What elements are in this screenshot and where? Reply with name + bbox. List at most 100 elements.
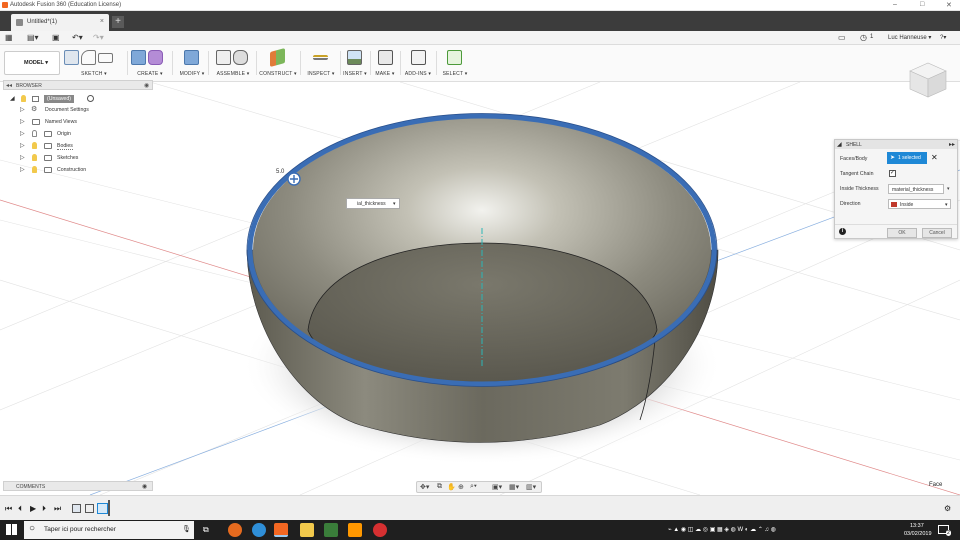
expand-arrow-icon[interactable]: ◢ bbox=[10, 95, 15, 102]
taskbar-search-box[interactable]: ○ Taper ici pour rechercher 🎙 bbox=[24, 521, 194, 539]
app-sublime-icon[interactable] bbox=[348, 523, 362, 537]
joint-icon[interactable] bbox=[233, 50, 248, 65]
tab-untitled[interactable]: Untitled*(1) × bbox=[11, 14, 109, 31]
extrude-icon[interactable] bbox=[131, 50, 146, 65]
make-group[interactable]: MAKE ▾ bbox=[373, 47, 397, 80]
line-icon[interactable] bbox=[81, 50, 96, 65]
visibility-bulb-icon[interactable] bbox=[32, 154, 37, 161]
tree-item-sketches[interactable]: ▷ Sketches bbox=[20, 153, 150, 163]
modify-group[interactable]: MODIFY ▾ bbox=[178, 47, 206, 80]
chevron-down-icon[interactable]: ▾ bbox=[393, 201, 396, 207]
close-window-button[interactable]: ✕ bbox=[946, 1, 952, 9]
save-icon[interactable]: ▣ bbox=[52, 33, 60, 42]
ok-button[interactable]: OK bbox=[887, 228, 917, 238]
undo-icon[interactable]: ↶▾ bbox=[72, 33, 83, 42]
shell-collapse-icon[interactable]: ◢ bbox=[837, 141, 842, 148]
help-menu[interactable]: ?▾ bbox=[940, 34, 946, 41]
chrome-icon[interactable] bbox=[252, 523, 266, 537]
expand-arrow-icon[interactable]: ▷ bbox=[20, 106, 25, 113]
tree-item-document-settings[interactable]: ▷ ⚙ Document Settings bbox=[20, 105, 150, 115]
taskbar-date[interactable]: 03/02/2019 bbox=[904, 531, 932, 537]
inside-thickness-input[interactable]: material_thickness bbox=[888, 184, 944, 194]
step-forward-icon[interactable]: ⏵ bbox=[42, 504, 46, 514]
add-ins-group[interactable]: ADD-INS ▾ bbox=[403, 47, 433, 80]
look-at-icon[interactable]: ⧉ bbox=[437, 483, 442, 491]
viewports-icon[interactable]: ▥▾ bbox=[526, 483, 536, 491]
collapse-browser-icon[interactable]: ◂◂ bbox=[6, 82, 12, 89]
fusion360-taskbar-icon[interactable] bbox=[274, 523, 288, 537]
viewcube[interactable] bbox=[904, 55, 950, 101]
step-back-icon[interactable]: ⏴ bbox=[18, 504, 22, 514]
windows-start-icon[interactable] bbox=[6, 524, 17, 535]
direction-chevron-down-icon[interactable]: ▾ bbox=[945, 202, 948, 208]
comments-panel[interactable]: COMMENTS ◉ bbox=[3, 481, 153, 491]
maximize-button[interactable]: □ bbox=[920, 1, 924, 8]
user-menu[interactable]: Luc Hanneuse ▾ bbox=[888, 34, 931, 41]
sketch-group[interactable]: SKETCH ▾ bbox=[64, 47, 124, 80]
zoom-icon[interactable]: ⊕ bbox=[458, 483, 464, 491]
assemble-group[interactable]: ASSEMBLE ▾ bbox=[212, 47, 254, 80]
cancel-button[interactable]: Cancel bbox=[922, 228, 952, 238]
visibility-bulb-icon[interactable] bbox=[32, 142, 37, 149]
system-tray-icons[interactable]: ⌁ ▲ ◉ ◫ ☁ ◎ ▣ ▦ ◈ ◍ W ◐ ☁ ⌃ ♫ ◍ bbox=[668, 526, 776, 533]
create-sketch-icon[interactable] bbox=[64, 50, 79, 65]
select-icon[interactable] bbox=[447, 50, 462, 65]
tree-item-origin[interactable]: ▷ Origin bbox=[20, 129, 150, 139]
insert-image-icon[interactable] bbox=[347, 50, 362, 65]
play-icon[interactable]: ▶ bbox=[30, 504, 36, 513]
shell-dialog-header[interactable]: ◢ SHELL ▸▸ bbox=[835, 140, 957, 149]
microphone-icon[interactable]: 🎙 bbox=[182, 525, 191, 533]
3d-print-icon[interactable] bbox=[378, 50, 393, 65]
timeline-feature-sketch-icon[interactable] bbox=[72, 504, 81, 513]
tangent-chain-checkbox[interactable]: ✓ bbox=[889, 170, 896, 177]
redo-icon[interactable]: ↷▾ bbox=[93, 33, 104, 42]
grid-menu-icon[interactable]: ▦ bbox=[5, 33, 13, 42]
file-menu-icon[interactable]: ▤▾ bbox=[27, 33, 39, 42]
job-status-icon[interactable]: ◷ bbox=[860, 33, 867, 42]
browser-header[interactable]: ◂◂ BROWSER ◉ bbox=[3, 80, 153, 90]
measure-icon[interactable] bbox=[313, 55, 328, 60]
visibility-bulb-icon[interactable] bbox=[21, 95, 26, 102]
rectangle-icon[interactable] bbox=[98, 53, 113, 63]
new-component-icon[interactable] bbox=[216, 50, 231, 65]
create-group[interactable]: CREATE ▾ bbox=[131, 47, 169, 80]
new-tab-button[interactable]: + bbox=[112, 16, 124, 28]
press-pull-icon[interactable] bbox=[184, 50, 199, 65]
scripts-addins-icon[interactable] bbox=[411, 50, 426, 65]
timeline-marker[interactable] bbox=[108, 500, 110, 516]
thickness-inline-input[interactable]: ial_thickness ▾ bbox=[346, 198, 400, 209]
pan-icon[interactable]: ✋ bbox=[447, 483, 456, 491]
timeline-settings-gear-icon[interactable]: ⚙ bbox=[944, 504, 951, 513]
faces-selection-button[interactable]: ➤ 1 selected bbox=[887, 152, 927, 164]
timeline-feature-revolve-icon[interactable] bbox=[85, 504, 94, 513]
orbit-icon[interactable]: ✥▾ bbox=[420, 483, 429, 491]
construct-group[interactable]: CONSTRUCT ▾ bbox=[258, 47, 298, 80]
taskbar-time[interactable]: 13:37 bbox=[910, 523, 924, 529]
expand-dialog-icon[interactable]: ▸▸ bbox=[949, 141, 955, 148]
info-icon[interactable]: i bbox=[839, 228, 846, 235]
tree-item-named-views[interactable]: ▷ Named Views bbox=[20, 117, 150, 127]
expand-arrow-icon[interactable]: ▷ bbox=[20, 118, 25, 125]
workspace-switcher[interactable]: MODEL ▾ bbox=[4, 51, 60, 75]
thickness-chevron-down-icon[interactable]: ▾ bbox=[947, 186, 950, 192]
app-plant-icon[interactable] bbox=[324, 523, 338, 537]
offset-plane-icon[interactable] bbox=[270, 47, 285, 68]
timeline-feature-shell-icon[interactable] bbox=[97, 503, 108, 514]
tree-item-construction[interactable]: ▷ Construction bbox=[20, 165, 150, 175]
tree-root[interactable]: ◢ (Unsaved) bbox=[10, 94, 150, 104]
form-icon[interactable] bbox=[148, 50, 163, 65]
task-view-icon[interactable]: ⧉ bbox=[203, 525, 209, 535]
minimize-button[interactable]: – bbox=[893, 1, 897, 8]
expand-arrow-icon[interactable]: ▷ bbox=[20, 142, 25, 149]
direction-select[interactable]: Inside ▾ bbox=[888, 199, 951, 209]
visibility-bulb-off-icon[interactable] bbox=[32, 130, 37, 137]
chat-icon[interactable]: ▭ bbox=[838, 33, 846, 42]
file-explorer-icon[interactable] bbox=[300, 523, 314, 537]
inspect-group[interactable]: INSPECT ▾ bbox=[304, 47, 338, 80]
insert-group[interactable]: INSERT ▾ bbox=[342, 47, 368, 80]
tab-close-button[interactable]: × bbox=[100, 18, 104, 25]
go-to-start-icon[interactable]: ⏮ bbox=[5, 504, 12, 514]
comments-pin-icon[interactable]: ◉ bbox=[142, 483, 147, 490]
select-group[interactable]: SELECT ▾ bbox=[440, 47, 470, 80]
browser-pin-icon[interactable]: ◉ bbox=[144, 82, 149, 89]
